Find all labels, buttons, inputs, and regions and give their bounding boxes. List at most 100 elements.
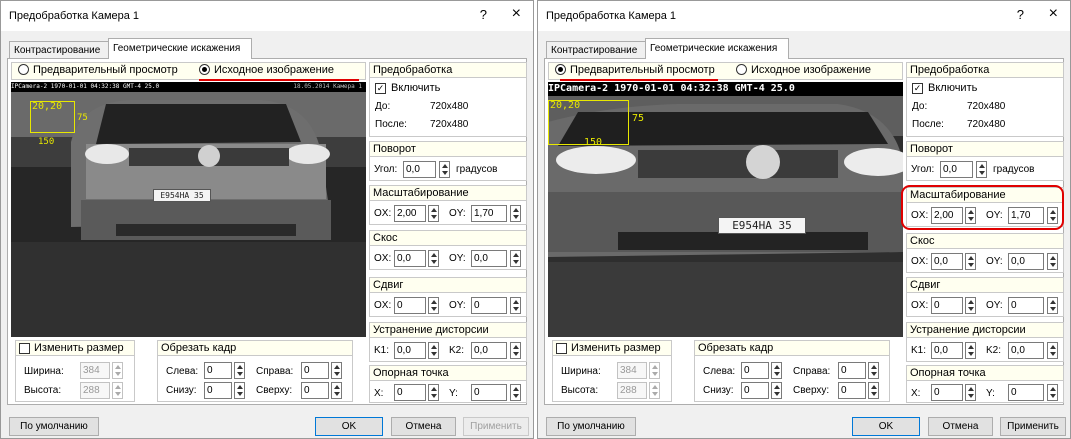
defaults-button[interactable]: По умолчанию: [546, 417, 636, 436]
skew-ox-spinner[interactable]: [965, 253, 976, 270]
resize-height-input[interactable]: 288: [617, 382, 647, 399]
apply-button[interactable]: Применить: [1000, 417, 1066, 436]
help-button[interactable]: ?: [1017, 7, 1024, 22]
cancel-button[interactable]: Отмена: [928, 417, 993, 436]
crop-left-spinner[interactable]: [771, 362, 782, 379]
skew-oy-spinner[interactable]: [1047, 253, 1058, 270]
resize-height-spinner[interactable]: [649, 382, 660, 399]
tab-contrast[interactable]: Контрастирование: [546, 41, 646, 59]
crop-bottom-input[interactable]: 0: [204, 382, 232, 399]
shift-ox-spinner[interactable]: [965, 297, 976, 314]
angle-input[interactable]: 0,0: [403, 161, 436, 178]
anchor-y-spinner[interactable]: [1047, 384, 1058, 401]
crop-top-spinner[interactable]: [331, 382, 342, 399]
crop-right-input[interactable]: 0: [301, 362, 329, 379]
shift-oy-spinner[interactable]: [510, 297, 521, 314]
group-title: Опорная точка: [370, 366, 526, 381]
radio-preview[interactable]: Предварительный просмотр: [555, 64, 715, 76]
enable-checkbox[interactable]: ✓: [912, 83, 923, 94]
anchor-x-spinner[interactable]: [965, 384, 976, 401]
anchor-x-spinner[interactable]: [428, 384, 439, 401]
apply-button[interactable]: Применить: [463, 417, 529, 436]
k1-spinner[interactable]: [965, 342, 976, 359]
anchor-y-input[interactable]: 0: [471, 384, 507, 401]
shift-ox-spinner[interactable]: [428, 297, 439, 314]
k2-input[interactable]: 0,0: [1008, 342, 1044, 359]
anchor-y-input[interactable]: 0: [1008, 384, 1044, 401]
crop-right-spinner[interactable]: [868, 362, 879, 379]
skew-oy-input[interactable]: 0,0: [471, 250, 507, 267]
tab-geometry[interactable]: Геометрические искажения: [645, 38, 789, 59]
resize-checkbox[interactable]: [19, 343, 30, 354]
crop-bottom-input[interactable]: 0: [741, 382, 769, 399]
shift-ox-input[interactable]: 0: [394, 297, 426, 314]
radio-preview-dot[interactable]: [18, 64, 29, 75]
crop-bottom-spinner[interactable]: [771, 382, 782, 399]
radio-source[interactable]: Исходное изображение: [199, 64, 334, 76]
angle-spinner[interactable]: [976, 161, 987, 178]
skew-ox-input[interactable]: 0,0: [931, 253, 963, 270]
cancel-button[interactable]: Отмена: [391, 417, 456, 436]
crop-top-spinner[interactable]: [868, 382, 879, 399]
radio-source[interactable]: Исходное изображение: [736, 64, 871, 76]
resize-width-input[interactable]: 384: [617, 362, 647, 379]
scale-oy-input[interactable]: 1,70: [471, 205, 507, 222]
close-button[interactable]: ×: [1049, 5, 1058, 23]
resize-width-input[interactable]: 384: [80, 362, 110, 379]
resize-width-spinner[interactable]: [649, 362, 660, 379]
shift-oy-spinner[interactable]: [1047, 297, 1058, 314]
skew-oy-input[interactable]: 0,0: [1008, 253, 1044, 270]
k1-input[interactable]: 0,0: [931, 342, 963, 359]
tab-geometry[interactable]: Геометрические искажения: [108, 38, 252, 59]
scale-oy-spinner[interactable]: [510, 205, 521, 222]
crop-right-spinner[interactable]: [331, 362, 342, 379]
close-button[interactable]: ×: [512, 5, 521, 23]
enable-label: Включить: [928, 82, 978, 94]
group-crop: Обрезать кадр Слева: 0 Справа: 0 Снизу: …: [157, 340, 353, 402]
resize-width-spinner[interactable]: [112, 362, 123, 379]
shift-oy-input[interactable]: 0: [1008, 297, 1044, 314]
anchor-x-input[interactable]: 0: [394, 384, 426, 401]
radio-source-dot[interactable]: [736, 64, 747, 75]
shift-oy-label: OY:: [449, 300, 466, 311]
radio-preview-dot[interactable]: [555, 64, 566, 75]
crop-top-input[interactable]: 0: [301, 382, 329, 399]
skew-ox-spinner[interactable]: [428, 250, 439, 267]
skew-oy-spinner[interactable]: [510, 250, 521, 267]
resize-height-spinner[interactable]: [112, 382, 123, 399]
enable-checkbox[interactable]: ✓: [375, 83, 386, 94]
shift-ox-input[interactable]: 0: [931, 297, 963, 314]
crop-left-spinner[interactable]: [234, 362, 245, 379]
angle-input[interactable]: 0,0: [940, 161, 973, 178]
crop-top-input[interactable]: 0: [838, 382, 866, 399]
crop-bottom-spinner[interactable]: [234, 382, 245, 399]
resize-width-label: Ширина:: [561, 366, 601, 377]
resize-checkbox[interactable]: [556, 343, 567, 354]
k1-input[interactable]: 0,0: [394, 342, 426, 359]
radio-source-dot[interactable]: [199, 64, 210, 75]
ok-button[interactable]: OK: [315, 417, 383, 436]
k2-spinner[interactable]: [1047, 342, 1058, 359]
shift-oy-input[interactable]: 0: [471, 297, 507, 314]
k1-spinner[interactable]: [428, 342, 439, 359]
crop-left-label: Слева:: [703, 366, 736, 377]
help-button[interactable]: ?: [480, 7, 487, 22]
angle-spinner[interactable]: [439, 161, 450, 178]
anchor-x-input[interactable]: 0: [931, 384, 963, 401]
skew-ox-input[interactable]: 0,0: [394, 250, 426, 267]
crop-right-input[interactable]: 0: [838, 362, 866, 379]
k2-input[interactable]: 0,0: [471, 342, 507, 359]
before-label: До:: [912, 101, 928, 112]
resize-height-input[interactable]: 288: [80, 382, 110, 399]
defaults-button[interactable]: По умолчанию: [9, 417, 99, 436]
tab-contrast[interactable]: Контрастирование: [9, 41, 109, 59]
scale-ox-input[interactable]: 2,00: [394, 205, 426, 222]
radio-preview[interactable]: Предварительный просмотр: [18, 64, 178, 76]
group-anchor: Опорная точка X: 0 Y: 0: [369, 365, 527, 403]
crop-left-input[interactable]: 0: [741, 362, 769, 379]
scale-ox-spinner[interactable]: [428, 205, 439, 222]
crop-left-input[interactable]: 0: [204, 362, 232, 379]
anchor-y-spinner[interactable]: [510, 384, 521, 401]
ok-button[interactable]: OK: [852, 417, 920, 436]
k2-spinner[interactable]: [510, 342, 521, 359]
